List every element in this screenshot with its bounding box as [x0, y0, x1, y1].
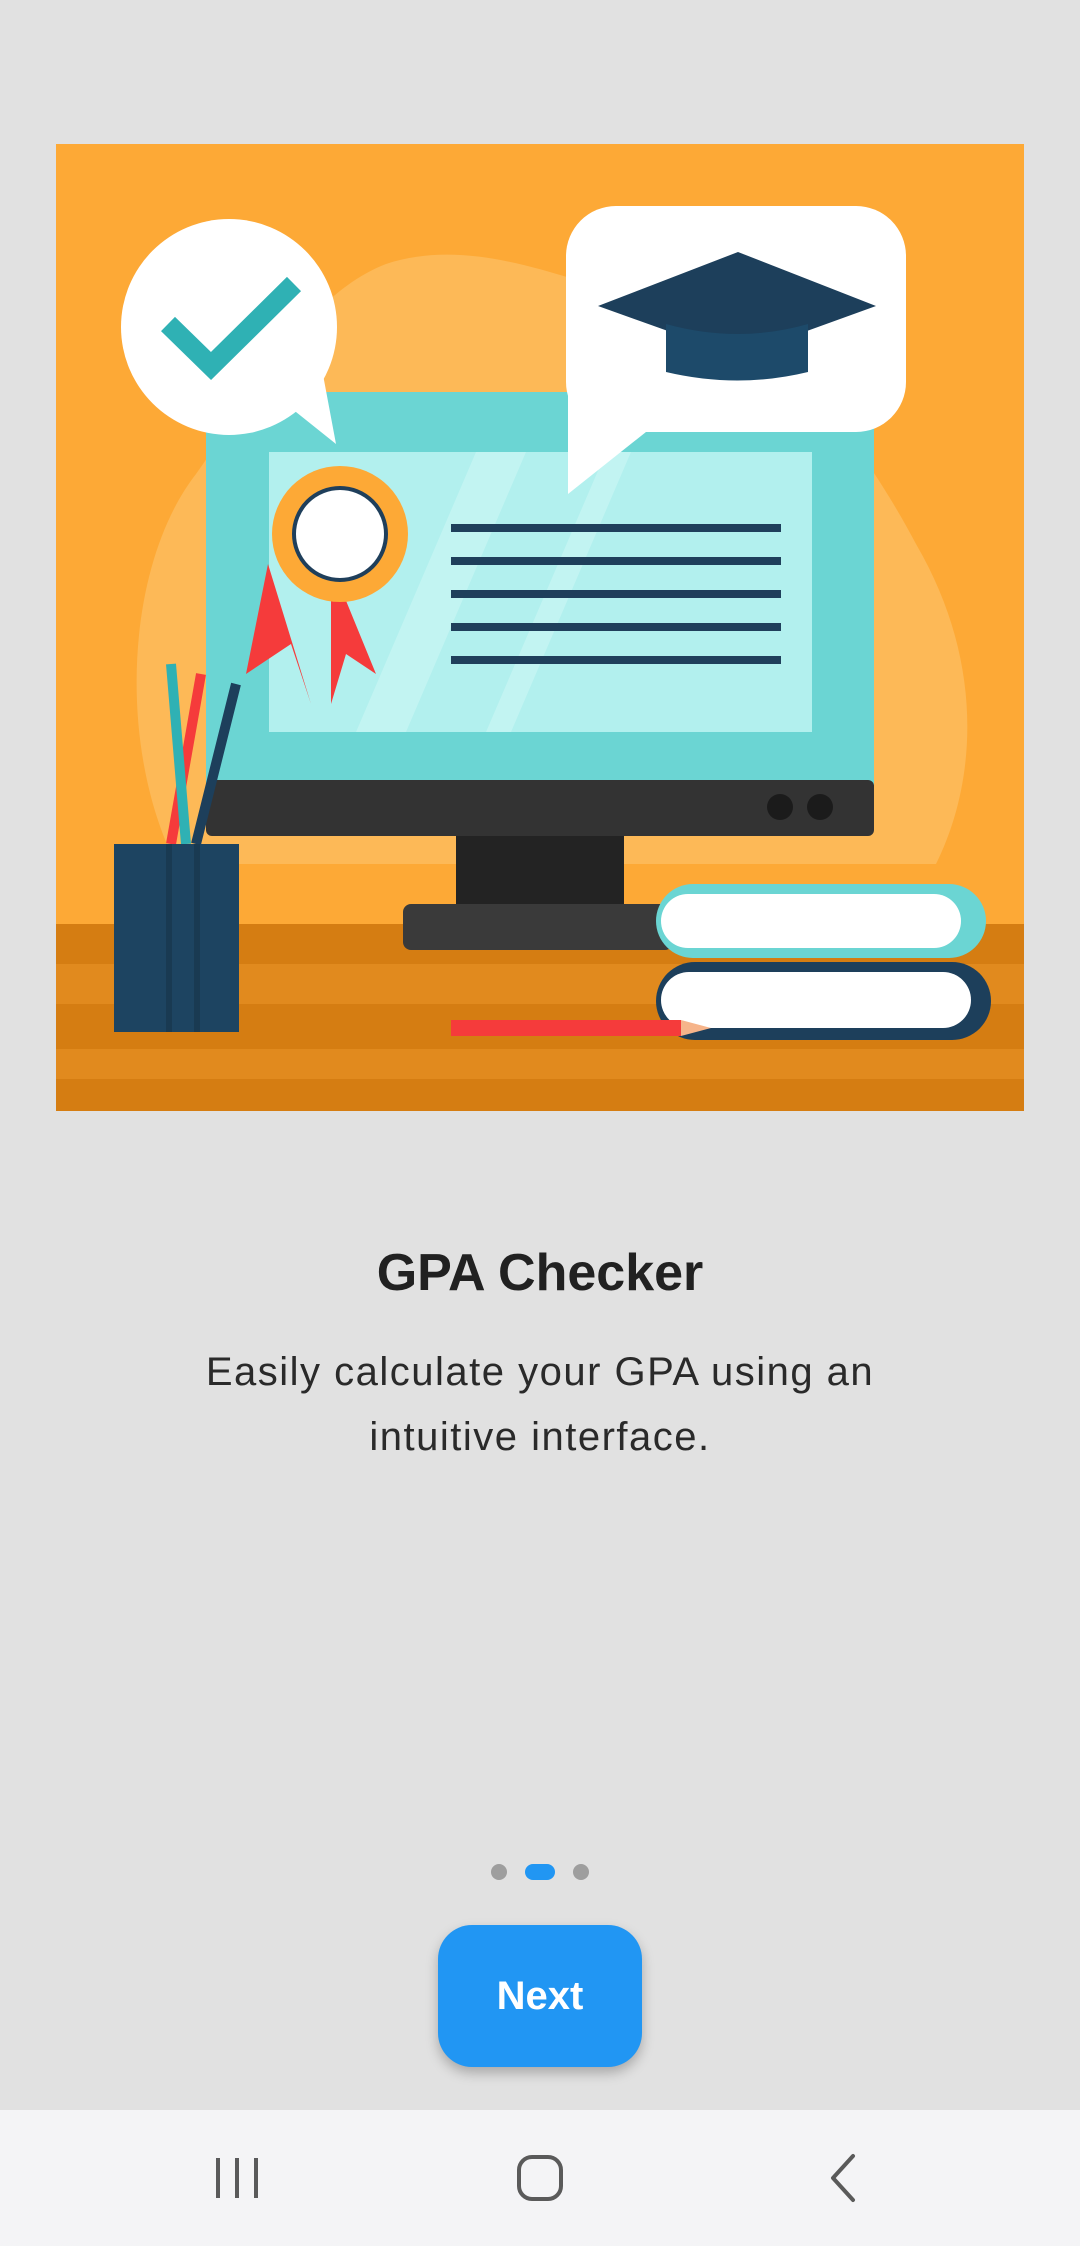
home-button[interactable]	[440, 2110, 640, 2246]
onboarding-screen: GPA Checker Easily calculate your GPA us…	[0, 0, 1080, 2246]
onboarding-title: GPA Checker	[376, 1244, 704, 1302]
page-dot-2-active[interactable]	[525, 1864, 555, 1880]
onboarding-illustration	[56, 144, 1024, 1111]
recents-button[interactable]	[137, 2110, 337, 2246]
onboarding-description: Easily calculate your GPA using an intui…	[205, 1350, 875, 1459]
back-button[interactable]	[743, 2110, 943, 2246]
page-indicator	[0, 1862, 1080, 1882]
page-dot-1[interactable]	[491, 1864, 507, 1880]
back-icon	[831, 2154, 855, 2202]
recents-icon	[216, 2158, 258, 2198]
page-dot-3[interactable]	[573, 1864, 589, 1880]
next-button[interactable]: Next	[438, 1925, 642, 2067]
home-icon	[517, 2155, 563, 2201]
system-navigation-bar	[0, 2110, 1080, 2246]
